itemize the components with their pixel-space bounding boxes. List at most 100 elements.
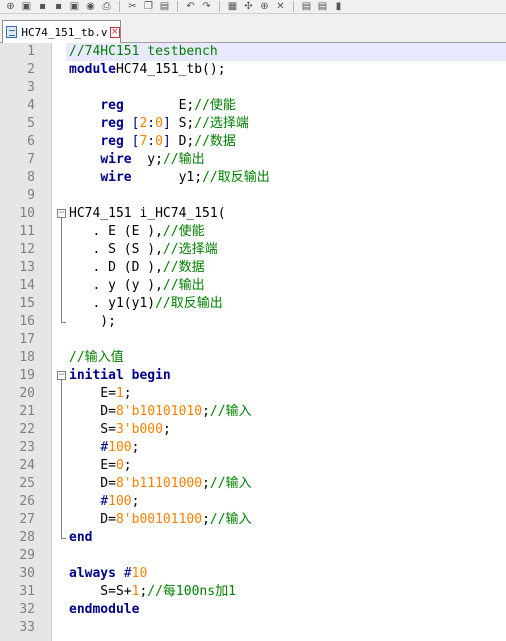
code-line[interactable]: reg E;//使能 [69, 97, 236, 115]
print-icon[interactable]: ⎙ [100, 1, 113, 13]
code-line[interactable]: //74HC151 testbench [69, 43, 218, 61]
code-line[interactable]: . E (E ),//使能 [69, 223, 205, 241]
code-token: 100 [108, 440, 132, 455]
code-token: D; [170, 134, 195, 149]
close-tab-icon[interactable]: × [109, 26, 120, 38]
toolbar: ⊕ ▣ ▪ ▪ ▣ ◉ ⎙ ✂ ❐ ▤ ↶ ↷ ▦ ✣ ⊕ ✕ ▤ ▤ ▮ [0, 0, 506, 14]
code-line[interactable]: initial begin [69, 367, 171, 385]
indent-guide-icon[interactable]: ▮ [332, 1, 345, 13]
paste-icon[interactable]: ▤ [158, 1, 171, 13]
open-file-icon[interactable]: ▣ [20, 1, 33, 13]
line-number: 11 [19, 224, 35, 239]
copy-icon[interactable]: ❐ [142, 1, 155, 13]
code-line[interactable]: endmodule [69, 601, 139, 619]
line-number: 14 [19, 278, 35, 293]
new-file-icon[interactable]: ⊕ [4, 1, 17, 13]
file-icon [6, 26, 18, 38]
code-line[interactable]: always #10 [69, 565, 147, 583]
fold-toggle-icon[interactable]: − [57, 209, 66, 218]
code-token: . y1(y1) [69, 296, 156, 311]
code-line[interactable]: reg [2:0] S;//选择端 [69, 115, 249, 133]
line-number: 26 [19, 494, 35, 509]
close-file-icon[interactable]: ▣ [68, 1, 81, 13]
code-token: D= [69, 404, 116, 419]
undo-icon[interactable]: ↶ [184, 1, 197, 13]
code-line[interactable]: end [69, 529, 92, 547]
code-token: : [147, 134, 156, 149]
redo-icon[interactable]: ↷ [200, 1, 213, 13]
code-token: ; [131, 440, 140, 455]
code-line[interactable]: D=8'b11101000;//输入 [69, 475, 252, 493]
code-line[interactable]: HC74_151 i_HC74_151( [69, 205, 226, 223]
save-all-icon[interactable]: ▪ [52, 1, 65, 13]
code-line[interactable]: . y (y ),//输出 [69, 277, 204, 295]
code-line[interactable]: D=8'b10101010;//输入 [69, 403, 251, 421]
line-number: 16 [19, 314, 35, 329]
fold-toggle-icon[interactable]: − [57, 371, 66, 380]
code-token: reg [100, 116, 124, 131]
zoom-in-icon[interactable]: ⊕ [258, 1, 271, 13]
code-token: [ [123, 116, 140, 131]
code-token: S; [170, 116, 195, 131]
toolbar-separator [119, 1, 120, 12]
code-line[interactable]: wire y;//输出 [69, 151, 204, 169]
close-all-icon[interactable]: ◉ [84, 1, 97, 13]
save-icon[interactable]: ▪ [36, 1, 49, 13]
zoom-out-icon[interactable]: ✕ [274, 1, 287, 13]
file-tab[interactable]: HC74_151_tb.v × [2, 20, 121, 43]
line-number: 32 [19, 602, 35, 617]
line-number-gutter: 1 2 3 4 5 6 7 8 9 10 11 12 13 14 15 16 17 18 19 20 21 22 23 24 2… [0, 43, 52, 641]
code-token: 0 [115, 458, 124, 473]
code-line[interactable]: . y1(y1)//取反输出 [69, 295, 222, 313]
code-token: E; [123, 98, 195, 113]
line-number: 12 [19, 242, 35, 257]
code-token: # [100, 494, 109, 509]
code-token: 10 [131, 566, 148, 581]
code-line[interactable]: S=3'b000; [69, 421, 171, 439]
code-line[interactable]: ); [69, 313, 116, 331]
code-token: //输入 [209, 476, 252, 491]
code-token: D= [69, 476, 116, 491]
code-token: [ [123, 134, 140, 149]
code-token: end [69, 530, 93, 545]
code-line[interactable]: E=1; [69, 385, 131, 403]
code-token: reg [100, 98, 124, 113]
code-token: ; [123, 458, 132, 473]
code-token: y1; [131, 170, 203, 185]
code-token: y; [131, 152, 163, 167]
code-line[interactable]: //输入值 [69, 349, 124, 367]
code-line[interactable]: #100; [69, 439, 139, 457]
line-number: 17 [19, 332, 35, 347]
code-token: 100 [108, 494, 132, 509]
code-token: ); [69, 314, 116, 329]
code-token: S=S+ [69, 584, 132, 599]
wrap-icon[interactable]: ▤ [316, 1, 329, 13]
code-token: ; [162, 422, 171, 437]
code-line[interactable]: #100; [69, 493, 139, 511]
code-line[interactable]: wire y1;//取反输出 [69, 169, 269, 187]
code-line[interactable]: E=0; [69, 457, 132, 475]
sync-scroll-icon[interactable]: ▤ [300, 1, 313, 13]
code-line[interactable]: S=S+1;//每100ns加1 [69, 583, 236, 601]
line-number: 22 [19, 422, 35, 437]
code-line[interactable]: . D (D ),//数据 [69, 259, 204, 277]
code-token: //74HC151 testbench [69, 44, 218, 59]
code-line[interactable]: moduleHC74_151_tb(); [69, 61, 226, 79]
replace-icon[interactable]: ✣ [242, 1, 255, 13]
code-token: wire [100, 152, 132, 167]
code-line[interactable]: D=8'b00101100;//输入 [69, 511, 251, 529]
toolbar-separator [293, 1, 294, 12]
code-token: //输入值 [69, 350, 124, 365]
code-line[interactable]: reg [7:0] D;//数据 [69, 133, 236, 151]
line-number: 10 [19, 206, 35, 221]
code-line[interactable]: . S (S ),//选择端 [69, 241, 217, 259]
code-token: //使能 [162, 224, 205, 239]
cut-icon[interactable]: ✂ [126, 1, 139, 13]
find-icon[interactable]: ▦ [226, 1, 239, 13]
